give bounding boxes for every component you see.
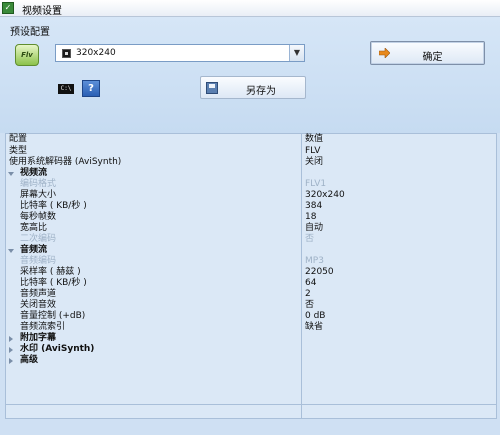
table-row[interactable]: 每秒帧数 18	[6, 212, 496, 223]
table-row[interactable]: 音频声道 2	[6, 289, 496, 300]
preset-label: 预设配置	[10, 27, 50, 38]
row-value[interactable]: 320x240	[301, 190, 496, 201]
row-name: 关闭音效	[20, 300, 57, 310]
row-name: 音频编码	[20, 256, 57, 266]
row-name: 二次编码	[20, 234, 57, 244]
row-name: 类型	[9, 146, 28, 156]
table-row[interactable]: 比特率 ( KB/秒 ) 384	[6, 201, 496, 212]
row-value[interactable]: 64	[301, 278, 496, 289]
table-row[interactable]: 使用系统解码器 (AviSynth) 关闭	[6, 157, 496, 168]
window-title: 视频设置	[22, 6, 62, 17]
title-bar: ✓ 视频设置	[0, 0, 500, 17]
command-prompt-icon[interactable]: C:\	[58, 84, 74, 94]
table-row[interactable]: 音量控制 (+dB) 0 dB	[6, 311, 496, 322]
collapse-arrow-icon[interactable]	[9, 347, 13, 353]
category-subtitles[interactable]: 附加字幕	[6, 333, 496, 344]
category-audio-stream[interactable]: 音频流	[6, 245, 496, 256]
row-value[interactable]: 18	[301, 212, 496, 223]
table-row[interactable]: 关闭音效 否	[6, 300, 496, 311]
category-advanced[interactable]: 高级	[6, 355, 496, 366]
row-value[interactable]: FLV	[301, 146, 496, 157]
table-row: 编码格式 FLV1	[6, 179, 496, 190]
table-row[interactable]: 类型 FLV	[6, 146, 496, 157]
save-as-label: 另存为	[246, 86, 276, 97]
row-name: 音频声道	[20, 289, 57, 299]
row-value[interactable]: 自动	[301, 223, 496, 234]
row-name: 屏幕大小	[20, 190, 57, 200]
collapse-arrow-icon[interactable]	[9, 336, 13, 342]
row-value: MP3	[301, 256, 496, 267]
category-label: 高级	[20, 355, 39, 365]
property-grid[interactable]: 配置 数值 类型 FLV 使用系统解码器 (AviSynth) 关闭 视频流 编…	[5, 133, 497, 419]
row-value[interactable]: 关闭	[301, 157, 496, 168]
row-name: 音量控制 (+dB)	[20, 311, 86, 321]
ok-button[interactable]: 确定	[370, 41, 485, 65]
row-value[interactable]: 22050	[301, 267, 496, 278]
expand-arrow-icon[interactable]	[8, 172, 14, 176]
preset-dropdown[interactable]: 320x240 ▼	[55, 44, 305, 62]
category-label: 水印 (AviSynth)	[20, 344, 95, 354]
table-row[interactable]: 采样率 ( 赫兹 ) 22050	[6, 267, 496, 278]
table-row: 二次编码 否	[6, 234, 496, 245]
row-name: 比特率 ( KB/秒 )	[20, 278, 87, 288]
table-row[interactable]: 屏幕大小 320x240	[6, 190, 496, 201]
grid-header: 配置 数值	[6, 134, 496, 145]
header-value: 数值	[301, 134, 496, 145]
ok-button-label: 确定	[422, 52, 443, 63]
table-row[interactable]: 宽高比 自动	[6, 223, 496, 234]
row-name: 音频流索引	[20, 322, 66, 332]
preset-selected-value: 320x240	[76, 48, 116, 58]
help-button[interactable]: ?	[82, 80, 100, 97]
table-row[interactable]: 比特率 ( KB/秒 ) 64	[6, 278, 496, 289]
category-label: 音频流	[20, 245, 48, 255]
row-name: 采样率 ( 赫兹 )	[20, 267, 81, 277]
row-value[interactable]: 缺省	[301, 322, 496, 333]
table-row: 音频编码 MP3	[6, 256, 496, 267]
row-name: 比特率 ( KB/秒 )	[20, 201, 87, 211]
row-name: 每秒帧数	[20, 212, 57, 222]
category-label: 附加字幕	[20, 333, 57, 343]
row-value: FLV1	[301, 179, 496, 190]
description-area	[6, 404, 496, 418]
monitor-icon	[62, 49, 71, 58]
category-watermark[interactable]: 水印 (AviSynth)	[6, 344, 496, 355]
row-value[interactable]: 2	[301, 289, 496, 300]
row-name: 编码格式	[20, 179, 57, 189]
row-value[interactable]: 否	[301, 300, 496, 311]
table-row[interactable]: 音频流索引 缺省	[6, 322, 496, 333]
flv-format-icon: Flv	[15, 44, 39, 66]
category-label: 视频流	[20, 168, 48, 178]
chevron-down-icon[interactable]: ▼	[289, 45, 304, 61]
row-name: 宽高比	[20, 223, 48, 233]
app-icon: ✓	[2, 2, 14, 14]
row-value[interactable]: 0 dB	[301, 311, 496, 322]
row-value[interactable]: 384	[301, 201, 496, 212]
settings-panel	[0, 17, 500, 133]
save-as-button[interactable]: 另存为	[200, 76, 306, 99]
header-name: 配置	[9, 134, 28, 144]
category-video-stream[interactable]: 视频流	[6, 168, 496, 179]
expand-arrow-icon[interactable]	[8, 249, 14, 253]
row-value: 否	[301, 234, 496, 245]
row-name: 使用系统解码器 (AviSynth)	[9, 157, 122, 167]
collapse-arrow-icon[interactable]	[9, 358, 13, 364]
